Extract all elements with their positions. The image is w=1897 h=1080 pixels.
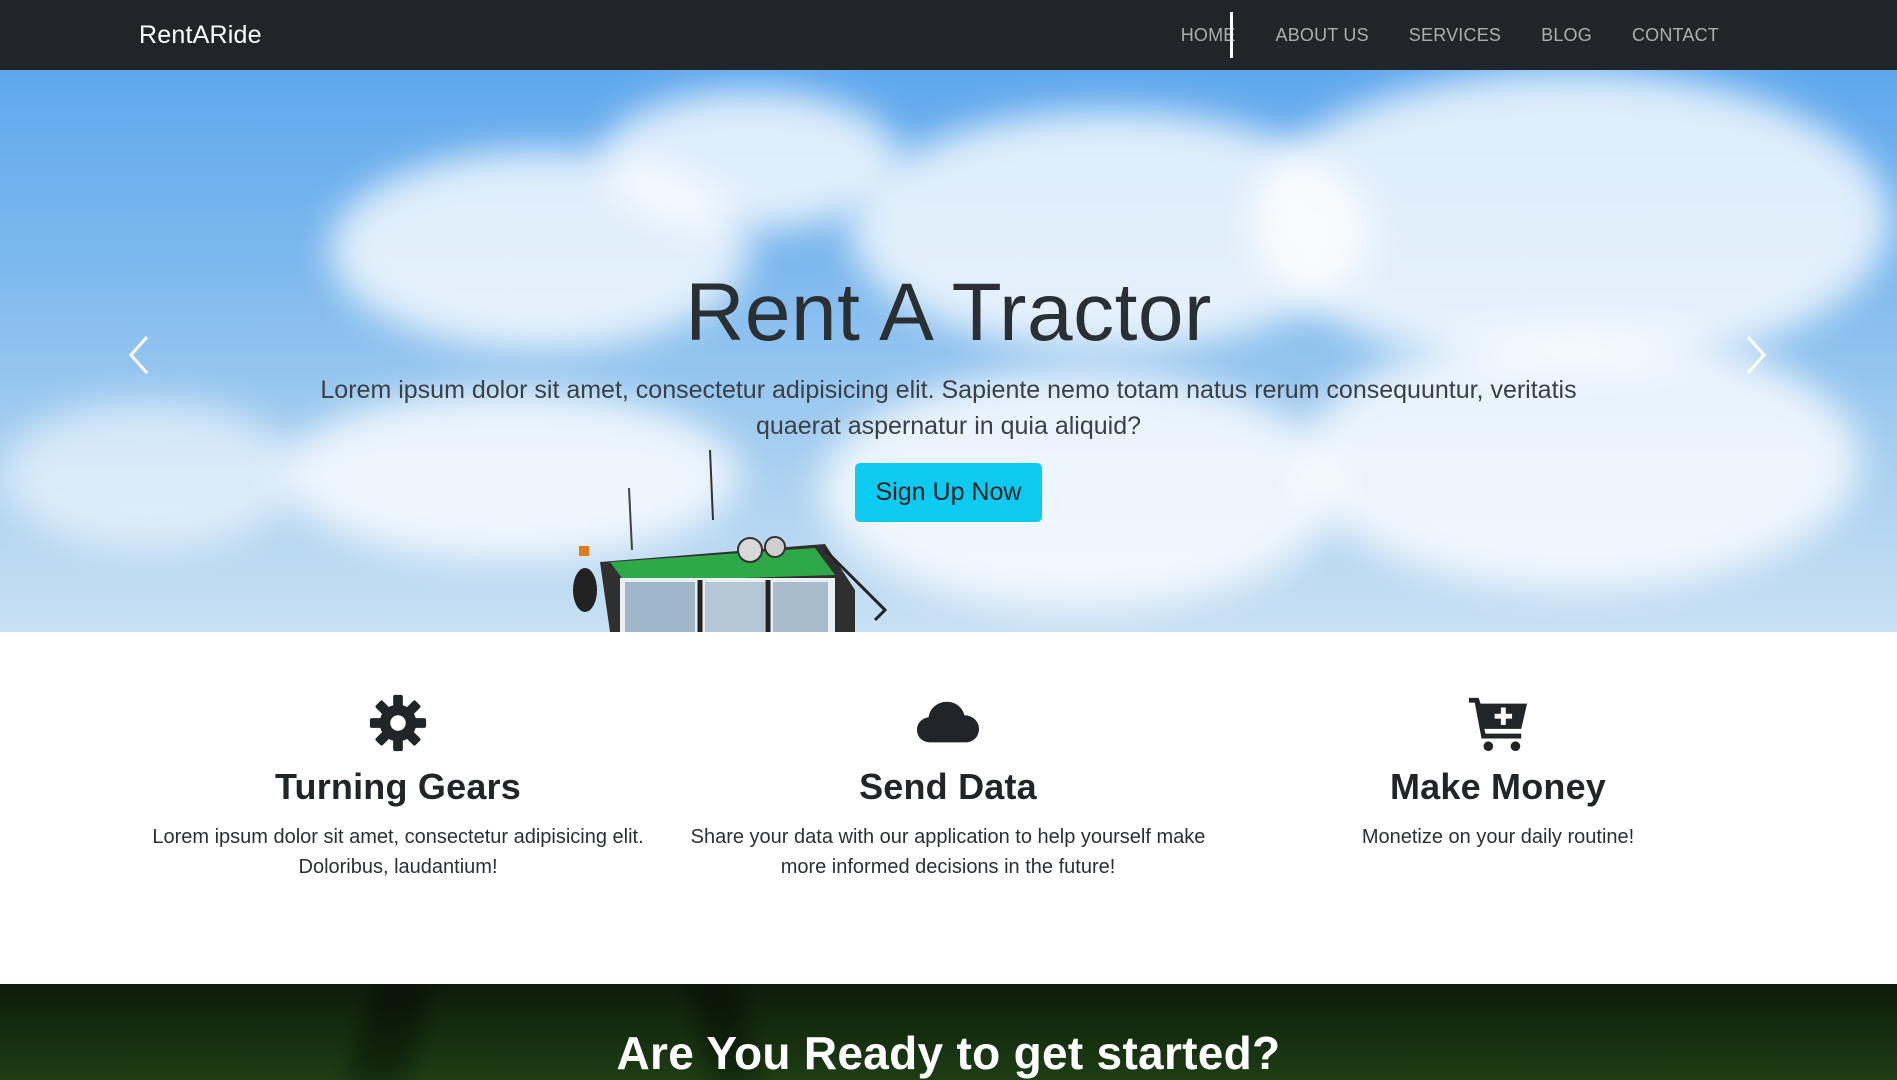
brand-logo[interactable]: RentARide	[139, 21, 262, 50]
nav-link-services[interactable]: SERVICES	[1389, 25, 1521, 46]
get-started-title: Are You Ready to get started?	[616, 1027, 1281, 1079]
feature-send-data: Send Data Share your data with our appli…	[678, 692, 1218, 882]
cart-plus-icon	[1468, 697, 1528, 752]
feature-title: Make Money	[1389, 766, 1607, 807]
carousel-next-icon[interactable]	[1740, 333, 1770, 377]
nav-link-home[interactable]: HOME	[1161, 25, 1256, 46]
get-started-section: Are You Ready to get started?	[0, 984, 1897, 1080]
top-navbar: RentARide HOME ABOUT US SERVICES BLOG CO…	[0, 0, 1897, 70]
carousel-prev-icon[interactable]	[125, 333, 155, 377]
feature-text: Lorem ipsum dolor sit amet, consectetur …	[152, 826, 644, 878]
sign-up-button[interactable]: Sign Up Now	[855, 463, 1042, 522]
feature-make-money: Make Money Monetize on your daily routin…	[1228, 692, 1768, 852]
nav-link-contact[interactable]: CONTACT	[1612, 25, 1739, 46]
features-section: Turning Gears Lorem ipsum dolor sit amet…	[0, 632, 1897, 984]
hero-description: Lorem ipsum dolor sit amet, consectetur …	[320, 376, 1577, 440]
nav-link-blog[interactable]: BLOG	[1521, 25, 1612, 46]
nav-link-about-us[interactable]: ABOUT US	[1256, 25, 1389, 46]
hero-caption: Rent A Tractor Lorem ipsum dolor sit ame…	[0, 70, 1897, 632]
cloud-icon	[917, 701, 979, 743]
feature-title: Send Data	[859, 766, 1037, 807]
hero-title: Rent A Tractor	[685, 267, 1212, 358]
feature-title: Turning Gears	[275, 766, 521, 807]
nav-links: HOME ABOUT US SERVICES BLOG CONTACT	[1161, 0, 1739, 70]
feature-text: Share your data with our application to …	[690, 826, 1206, 878]
gear-icon	[369, 694, 427, 752]
feature-text: Monetize on your daily routine!	[1361, 826, 1635, 848]
hero-carousel: Rent A Tractor Lorem ipsum dolor sit ame…	[0, 70, 1897, 632]
feature-turning-gears: Turning Gears Lorem ipsum dolor sit amet…	[128, 692, 668, 882]
